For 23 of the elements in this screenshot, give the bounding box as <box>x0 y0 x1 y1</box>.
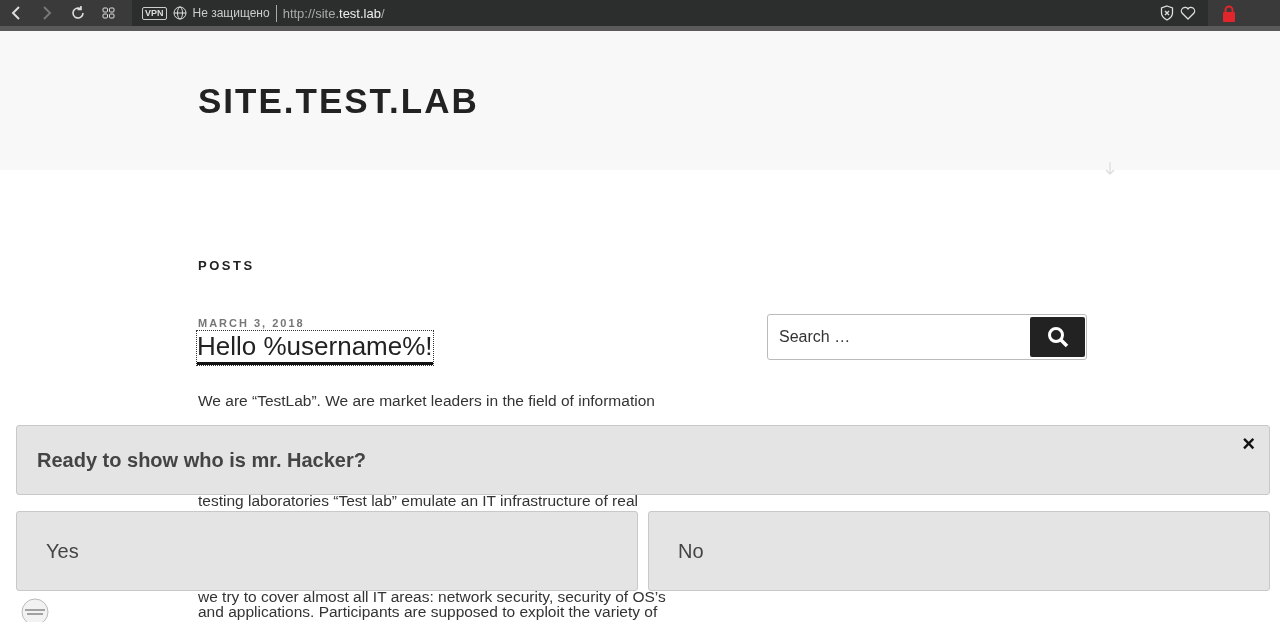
post-date[interactable]: MARCH 3, 2018 <box>198 317 305 329</box>
answer-button[interactable]: No <box>648 511 1270 591</box>
reload-icon <box>70 6 85 20</box>
address-bar[interactable]: VPN Не защищено http://site.test.lab/ <box>132 0 1208 26</box>
lock-icon[interactable] <box>1222 4 1236 22</box>
search-icon <box>1046 326 1069 348</box>
badge-logo-icon <box>19 598 51 622</box>
prompt-question: Ready to show who is mr. Hacker? <box>37 448 366 472</box>
vpn-badge[interactable]: VPN <box>142 6 167 20</box>
post-text-line: We are “TestLab”. We are market leaders in the field of information <box>198 393 656 408</box>
post-title[interactable]: Hello %username%! <box>197 331 433 365</box>
section-heading: POSTS <box>198 258 255 273</box>
answer-button[interactable]: Yes <box>16 511 638 591</box>
search-button[interactable] <box>1030 317 1085 357</box>
shield-icon[interactable] <box>1160 5 1174 21</box>
globe-icon <box>172 6 187 20</box>
grid-icon <box>102 7 115 19</box>
close-button[interactable]: × <box>1242 432 1255 456</box>
security-status: Не защищено <box>192 6 270 20</box>
url-text: http://site.test.lab/ <box>282 5 385 21</box>
post-text-line: testing laboratories “Test lab” emulate an IT infrastructure of real <box>198 493 639 508</box>
heart-icon[interactable] <box>1180 6 1196 20</box>
site-title[interactable]: SITE.TEST.LAB <box>198 80 479 121</box>
